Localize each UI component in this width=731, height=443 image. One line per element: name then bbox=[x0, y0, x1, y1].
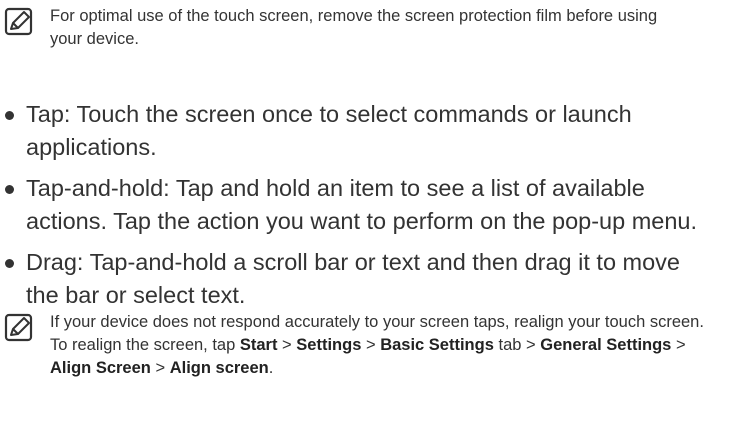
list-item: Tap: Touch the screen once to select com… bbox=[0, 98, 706, 164]
bullet-icon bbox=[5, 259, 14, 268]
list-item-text: Tap: Touch the screen once to select com… bbox=[26, 101, 632, 160]
note-realign: If your device does not respond accurate… bbox=[4, 311, 724, 380]
text-segment: > bbox=[671, 336, 686, 354]
menu-path-align-screen-final: Align screen bbox=[169, 359, 269, 377]
bullet-icon bbox=[5, 111, 14, 120]
note-text: If your device does not respond accurate… bbox=[50, 311, 724, 380]
menu-path-start: Start bbox=[239, 336, 278, 354]
note-pencil-icon bbox=[4, 7, 33, 36]
menu-path-align-screen: Align Screen bbox=[50, 359, 151, 377]
list-item-text: Drag: Tap-and-hold a scroll bar or text … bbox=[26, 249, 681, 308]
list-item: Drag: Tap-and-hold a scroll bar or text … bbox=[0, 246, 706, 312]
text-segment: tab > bbox=[493, 336, 541, 354]
text-segment: . bbox=[268, 359, 274, 377]
note-pencil-icon bbox=[4, 313, 33, 342]
note-film: For optimal use of the touch screen, rem… bbox=[4, 5, 704, 51]
bullet-icon bbox=[5, 185, 14, 194]
menu-path-settings: Settings bbox=[296, 336, 362, 354]
text-segment: > bbox=[150, 359, 170, 377]
list-item-text: Tap-and-hold: Tap and hold an item to se… bbox=[26, 175, 698, 234]
text-segment: > bbox=[277, 336, 297, 354]
gesture-list: Tap: Touch the screen once to select com… bbox=[0, 98, 731, 320]
note-text: For optimal use of the touch screen, rem… bbox=[50, 7, 658, 48]
menu-path-basic-settings: Basic Settings bbox=[380, 336, 494, 354]
list-item: Tap-and-hold: Tap and hold an item to se… bbox=[0, 172, 716, 238]
menu-path-general-settings: General Settings bbox=[540, 336, 672, 354]
text-segment: > bbox=[361, 336, 381, 354]
